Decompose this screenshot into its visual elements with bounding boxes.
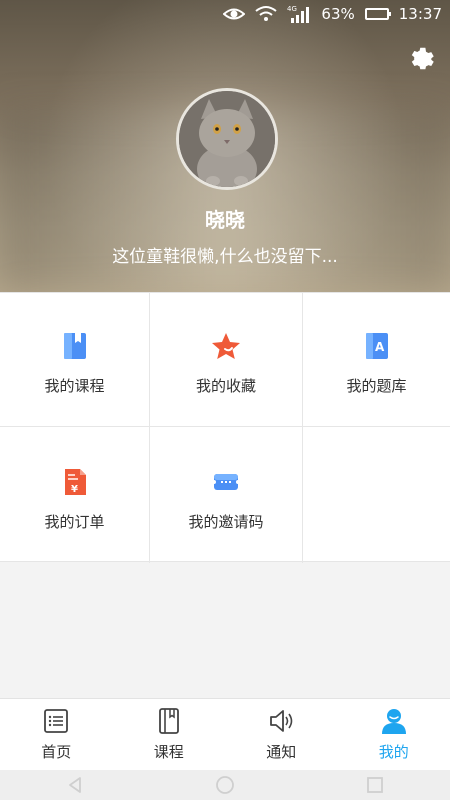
username: 晓晓 [205, 208, 245, 232]
battery-icon [364, 8, 391, 20]
tab-courses[interactable]: 课程 [113, 699, 226, 770]
profile-header: 晓晓 这位童鞋很懒,什么也没留下... [0, 0, 450, 292]
tab-notifications-label: 通知 [266, 743, 297, 761]
bottom-tab-bar: 首页 课程 通知 我的 [0, 698, 450, 770]
battery-percent: 63% [321, 5, 355, 23]
svg-text:¥: ¥ [71, 484, 78, 495]
system-navigation-bar [0, 770, 450, 800]
tab-me-label: 我的 [378, 743, 409, 761]
list-icon [44, 709, 69, 733]
cat-photo [179, 91, 275, 187]
star-icon [212, 333, 240, 359]
profile-bio: 这位童鞋很懒,什么也没留下... [112, 247, 338, 267]
clock: 13:37 [398, 5, 442, 23]
my-question-bank-label: 我的题库 [346, 377, 407, 395]
tab-home[interactable]: 首页 [0, 699, 113, 770]
wifi-icon [255, 5, 278, 23]
network-type: 4G [287, 5, 297, 13]
course-book-icon [63, 333, 86, 359]
speaker-icon [270, 710, 293, 732]
empty-cell [303, 427, 450, 563]
tab-courses-label: 课程 [153, 743, 184, 761]
my-invite-code-item[interactable]: 我的邀请码 [150, 427, 303, 563]
book-icon [158, 708, 179, 734]
svg-text:A: A [375, 340, 385, 354]
status-bar: 4G 63% 13:37 [0, 0, 450, 28]
back-icon[interactable] [65, 775, 85, 795]
my-favorites-item[interactable]: 我的收藏 [150, 293, 303, 427]
home-icon[interactable] [215, 775, 235, 795]
my-orders-item[interactable]: ¥ 我的订单 [0, 427, 150, 563]
tab-notifications[interactable]: 通知 [225, 699, 338, 770]
my-courses-label: 我的课程 [44, 377, 105, 395]
my-orders-label: 我的订单 [44, 512, 105, 531]
tab-home-label: 首页 [41, 743, 72, 761]
question-bank-icon: A [365, 333, 388, 359]
my-invite-code-label: 我的邀请码 [188, 512, 264, 531]
my-question-bank-item[interactable]: A 我的题库 [303, 293, 450, 427]
feature-grid: 我的课程 我的收藏 A 我的题库 ¥ 我的订单 我的邀请码 [0, 292, 450, 563]
avatar[interactable] [176, 88, 278, 190]
order-document-icon: ¥ [64, 468, 86, 495]
signal-icon: 4G [287, 4, 311, 24]
gear-icon[interactable] [408, 44, 436, 72]
tab-me[interactable]: 我的 [338, 699, 450, 770]
eye-icon [223, 6, 246, 22]
ticket-icon [212, 473, 240, 490]
my-courses-item[interactable]: 我的课程 [0, 293, 150, 427]
user-icon [381, 709, 406, 734]
recents-icon[interactable] [365, 775, 385, 795]
my-favorites-label: 我的收藏 [195, 377, 256, 395]
